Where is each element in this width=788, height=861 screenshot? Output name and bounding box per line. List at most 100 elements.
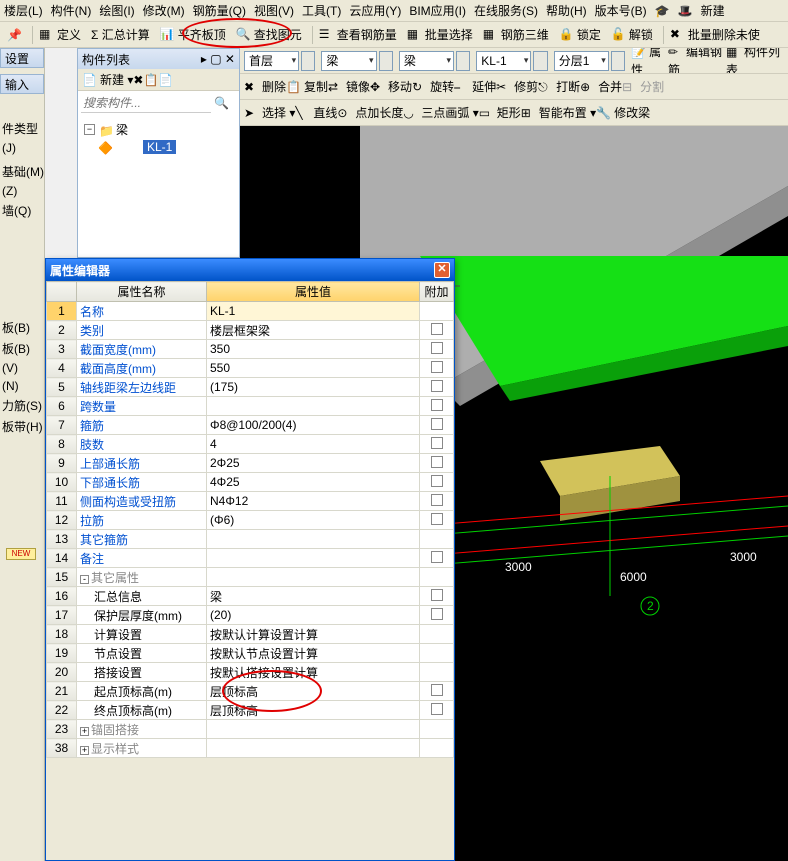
property-value[interactable]: (20) (207, 606, 420, 625)
batch-delete-button[interactable]: ✖批量删除未使 (667, 25, 763, 44)
lock-button[interactable]: 🔒锁定 (556, 25, 604, 44)
list-button[interactable] (456, 51, 470, 71)
split-button[interactable]: ⊟分割 (622, 78, 664, 96)
property-row[interactable]: 23+锚固搭接 (47, 720, 454, 739)
property-value[interactable]: 层顶标高 (207, 682, 420, 701)
property-row[interactable]: 15-其它属性 (47, 568, 454, 587)
property-value[interactable]: KL-1 (207, 302, 420, 321)
property-row[interactable]: 9上部通长筋2Φ25 (47, 454, 454, 473)
component-list-button[interactable]: ▦构件列表 (726, 48, 784, 74)
break-button[interactable]: ⎋打断 (538, 78, 580, 96)
property-add-checkbox[interactable] (420, 663, 454, 682)
property-row[interactable]: 14备注 (47, 549, 454, 568)
property-add-checkbox[interactable] (420, 359, 454, 378)
property-value[interactable]: N4Φ12 (207, 492, 420, 511)
property-value[interactable]: 550 (207, 359, 420, 378)
tree-leaf[interactable]: 🔶 KL-1 (84, 139, 233, 155)
property-add-checkbox[interactable] (420, 378, 454, 397)
property-value[interactable] (207, 739, 420, 758)
property-value[interactable] (207, 549, 420, 568)
property-value[interactable]: 楼层框架梁 (207, 321, 420, 340)
col-header-add[interactable]: 附加 (420, 282, 454, 302)
list-button[interactable] (533, 51, 547, 71)
properties-button[interactable]: 📝属性 (631, 48, 668, 74)
menu-item[interactable]: 修改(M) (143, 2, 185, 19)
property-add-checkbox[interactable] (420, 625, 454, 644)
property-value[interactable]: 按默认节点设置计算 (207, 644, 420, 663)
property-row[interactable]: 16汇总信息梁 (47, 587, 454, 606)
delete-button[interactable]: ✖删除 (244, 78, 286, 96)
find-element-button[interactable]: 🔍查找图元 (233, 25, 305, 44)
property-add-checkbox[interactable] (420, 321, 454, 340)
property-row[interactable]: 20搭接设置按默认搭接设置计算 (47, 663, 454, 682)
category-item[interactable]: 力筋(S) (0, 395, 44, 416)
menu-item[interactable]: 🎩 (678, 4, 693, 18)
property-value[interactable]: 2Φ25 (207, 454, 420, 473)
category-item[interactable]: 基础(M) (0, 161, 44, 182)
close-button[interactable]: ✕ (434, 262, 450, 278)
property-value[interactable] (207, 568, 420, 587)
rebar-3d-button[interactable]: ▦钢筋三维 (480, 25, 552, 44)
property-add-checkbox[interactable] (420, 549, 454, 568)
property-row[interactable]: 6跨数量 (47, 397, 454, 416)
property-value[interactable]: 按默认计算设置计算 (207, 625, 420, 644)
property-add-checkbox[interactable] (420, 644, 454, 663)
merge-button[interactable]: ⊕合并 (580, 78, 622, 96)
expand-icon[interactable]: + (80, 727, 89, 736)
move-button[interactable]: ✥移动 (370, 78, 412, 96)
tool-icon[interactable]: 📄 (158, 73, 173, 87)
rect-button[interactable]: ▭矩形 (479, 104, 521, 122)
arc-button[interactable]: ◡三点画弧 ▾ (403, 104, 478, 122)
pin-icon[interactable]: 📌 (4, 27, 25, 43)
align-slab-button[interactable]: 📊平齐板顶 (157, 25, 229, 44)
property-value[interactable] (207, 530, 420, 549)
menu-item[interactable]: 🎓 (655, 4, 670, 18)
menu-item[interactable]: 工具(T) (302, 2, 341, 19)
floor-select[interactable]: 首层 (244, 51, 299, 71)
property-value[interactable] (207, 720, 420, 739)
property-add-checkbox[interactable] (420, 739, 454, 758)
copy-button[interactable]: 📋复制 (286, 78, 328, 96)
batch-select-button[interactable]: ▦批量选择 (404, 25, 476, 44)
property-value[interactable]: 4Φ25 (207, 473, 420, 492)
layer-select[interactable]: 分层1 (554, 51, 609, 71)
property-row[interactable]: 12拉筋(Φ6) (47, 511, 454, 530)
panel-controls[interactable]: ▸ ▢ ✕ (201, 52, 235, 66)
col-header-value[interactable]: 属性值 (207, 282, 420, 302)
menu-item[interactable]: 帮助(H) (546, 2, 587, 19)
property-value[interactable]: 按默认搭接设置计算 (207, 663, 420, 682)
view-rebar-button[interactable]: ☰查看钢筋量 (316, 25, 400, 44)
type-select[interactable]: 梁 (399, 51, 454, 71)
property-row[interactable]: 11侧面构造或受扭筋N4Φ12 (47, 492, 454, 511)
category-item[interactable]: 板(B) (0, 317, 44, 338)
property-add-checkbox[interactable] (420, 720, 454, 739)
property-row[interactable]: 4截面高度(mm)550 (47, 359, 454, 378)
property-row[interactable]: 5轴线距梁左边线距(175) (47, 378, 454, 397)
list-button[interactable] (301, 51, 315, 71)
category-item[interactable]: (J) (0, 139, 44, 157)
property-row[interactable]: 3截面宽度(mm)350 (47, 340, 454, 359)
new-button[interactable]: 📄新建 ▾ (82, 71, 133, 89)
property-add-checkbox[interactable] (420, 454, 454, 473)
property-add-checkbox[interactable] (420, 606, 454, 625)
category-item[interactable]: (Z) (0, 182, 44, 200)
property-value[interactable]: 层顶标高 (207, 701, 420, 720)
property-row[interactable]: 19节点设置按默认节点设置计算 (47, 644, 454, 663)
tool-icon[interactable]: 📋 (143, 73, 158, 87)
category-item[interactable]: (V) (0, 359, 44, 377)
unlock-button[interactable]: 🔓解锁 (608, 25, 656, 44)
tree-node[interactable]: − 📁 梁 (84, 120, 233, 139)
menu-item[interactable]: 云应用(Y) (349, 2, 401, 19)
property-row[interactable]: 2类别楼层框架梁 (47, 321, 454, 340)
component-select[interactable]: KL-1 (476, 51, 531, 71)
smart-layout-button[interactable]: ⊞智能布置 ▾ (521, 104, 596, 122)
dialog-titlebar[interactable]: 属性编辑器 ✕ (46, 259, 454, 281)
extend-button[interactable]: ⎯延伸 (454, 78, 496, 96)
property-add-checkbox[interactable] (420, 568, 454, 587)
category-item[interactable]: 墙(Q) (0, 200, 44, 221)
property-row[interactable]: 13其它箍筋 (47, 530, 454, 549)
col-header-rownum[interactable] (47, 282, 77, 302)
property-row[interactable]: 38+显示样式 (47, 739, 454, 758)
rotate-button[interactable]: ↻旋转 (412, 78, 454, 96)
property-row[interactable]: 21起点顶标高(m)层顶标高 (47, 682, 454, 701)
